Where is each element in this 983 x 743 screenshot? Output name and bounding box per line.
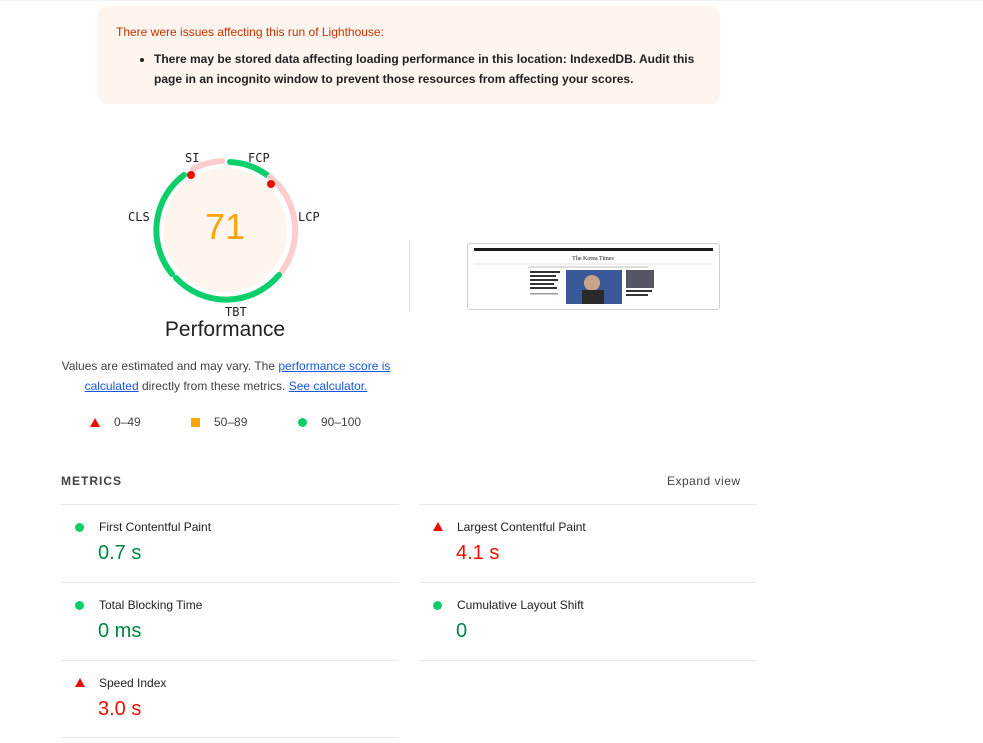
pass-circle-icon [75, 523, 84, 532]
metrics-bottom-rule [61, 737, 399, 738]
thumbnail-image: The Korea Times [474, 248, 713, 304]
legend-average-label: 50–89 [214, 415, 248, 429]
metric-speed-index: Speed Index 3.0 s [61, 660, 399, 738]
pass-circle-icon [298, 417, 307, 427]
warning-item: There may be stored data affecting loadi… [154, 49, 704, 89]
thumbnail-site-name: The Korea Times [572, 256, 614, 262]
metric-cumulative-layout-shift: Cumulative Layout Shift 0 [419, 582, 757, 660]
legend-fail: 0–49 [90, 415, 141, 429]
metric-total-blocking-time: Total Blocking Time 0 ms [61, 582, 399, 660]
fail-triangle-icon [75, 678, 85, 687]
gauge-tag-lcp: LCP [298, 210, 320, 224]
pass-circle-icon [75, 601, 84, 610]
average-square-icon [191, 417, 200, 427]
metric-title: First Contentful Paint [99, 520, 212, 534]
gauge-label: Performance [164, 318, 286, 341]
expand-view-toggle[interactable]: Expand view [667, 474, 741, 488]
final-screenshot-thumbnail[interactable]: The Korea Times [467, 243, 720, 310]
vertical-divider [409, 240, 410, 312]
metric-value: 4.1 s [456, 542, 500, 564]
metrics-header: METRICS [61, 474, 122, 488]
warning-title: There were issues affecting this run of … [116, 25, 384, 39]
gauge-score: 71 [204, 206, 246, 247]
pass-circle-icon [433, 601, 442, 610]
metric-value: 0 ms [98, 620, 142, 642]
metric-title: Cumulative Layout Shift [457, 598, 584, 612]
explainer-text-1: Values are estimated and may vary. The [61, 359, 279, 373]
metric-value: 0.7 s [98, 542, 142, 564]
warning-banner: There were issues affecting this run of … [98, 6, 720, 104]
lighthouse-report: There were issues affecting this run of … [0, 0, 983, 743]
metric-title: Largest Contentful Paint [457, 520, 586, 534]
fail-triangle-icon [90, 417, 100, 427]
legend-fail-label: 0–49 [114, 415, 141, 429]
gauge-tag-cls: CLS [128, 210, 150, 224]
metric-first-contentful-paint: First Contentful Paint 0.7 s [61, 504, 399, 582]
gauge-tag-si: SI [185, 151, 200, 165]
metric-title: Total Blocking Time [99, 598, 203, 612]
metric-largest-contentful-paint: Largest Contentful Paint 4.1 s [419, 504, 757, 582]
gauge-tag-tbt: TBT [225, 305, 247, 319]
legend-pass: 90–100 [298, 415, 361, 429]
explainer-text-2: directly from these metrics. [138, 379, 289, 393]
gauge-tag-fcp: FCP [248, 151, 270, 165]
top-rule [0, 0, 983, 1]
fail-triangle-icon [433, 522, 443, 531]
metric-title: Speed Index [99, 676, 167, 690]
score-explainer: Values are estimated and may vary. The p… [56, 356, 396, 396]
performance-gauge[interactable]: 71 SI FCP LCP TBT CLS [120, 140, 330, 330]
metric-value: 3.0 s [98, 698, 142, 720]
see-calculator-link[interactable]: See calculator. [289, 379, 368, 393]
lcp-marker [267, 180, 275, 188]
metric-value: 0 [456, 620, 468, 642]
legend-pass-label: 90–100 [321, 415, 362, 429]
legend-average: 50–89 [191, 415, 247, 429]
warning-list: There may be stored data affecting loadi… [116, 49, 704, 89]
metrics-row-rule [419, 660, 757, 661]
si-marker [187, 171, 195, 179]
